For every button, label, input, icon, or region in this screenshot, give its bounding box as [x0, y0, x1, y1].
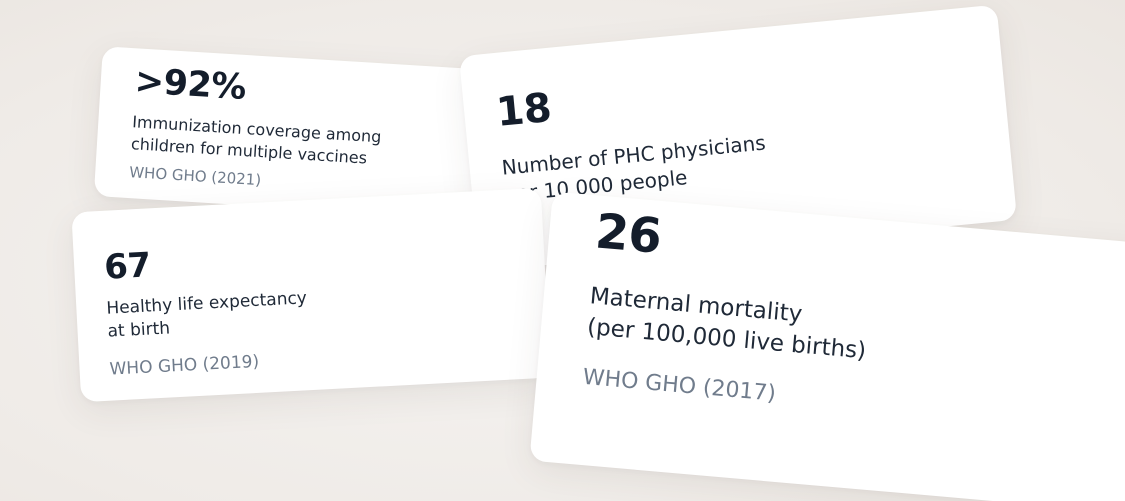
stat-value: >92% [133, 61, 247, 108]
stats-card-stack: >92% Immunization coverage among childre… [0, 0, 1125, 501]
stat-card-life-expectancy: 67 Healthy life expectancy at birth WHO … [71, 187, 551, 403]
stat-source: WHO GHO (2019) [109, 351, 260, 380]
stat-value: 67 [103, 245, 152, 288]
stat-card-maternal-mortality: 26 Maternal mortality (per 100,000 live … [529, 191, 1125, 501]
stat-label: Healthy life expectancy at birth [106, 276, 518, 343]
stat-label: Immunization coverage among children for… [130, 111, 458, 174]
